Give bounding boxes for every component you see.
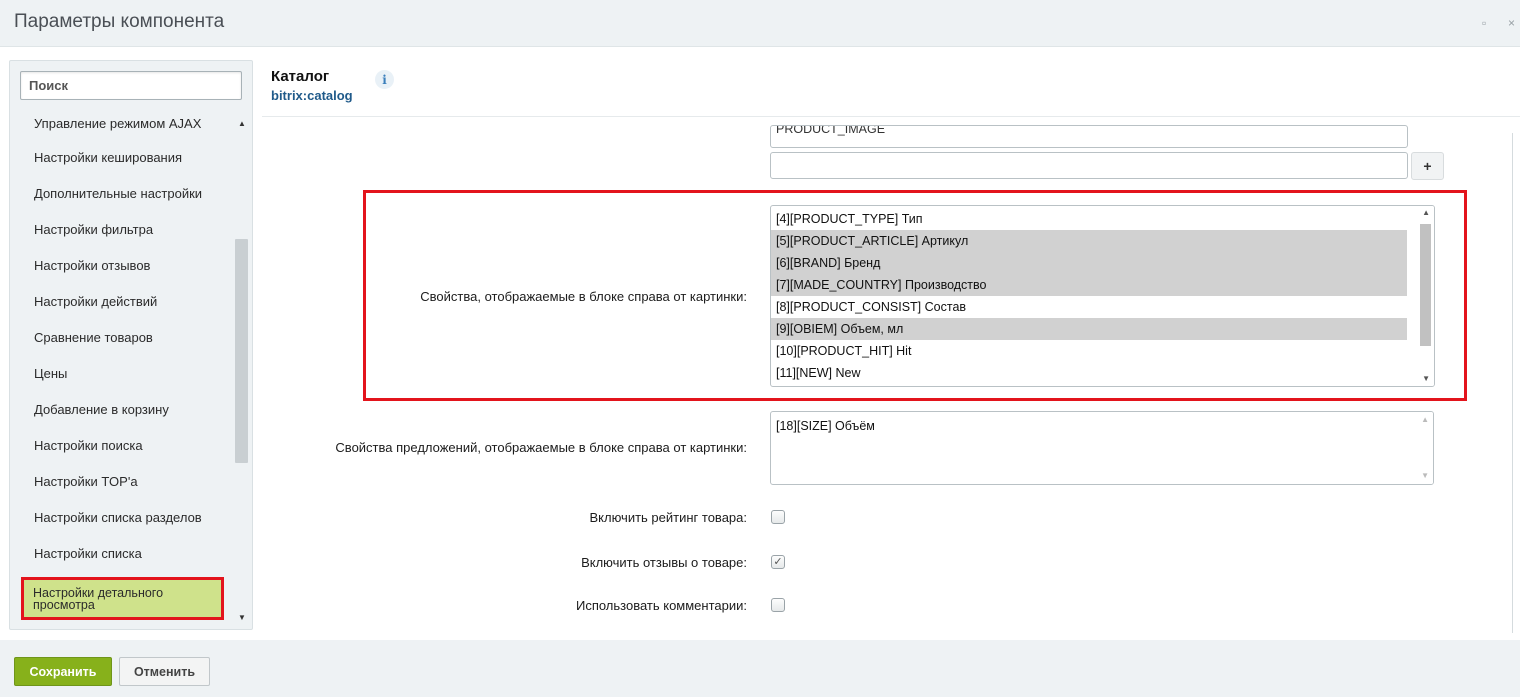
close-icon[interactable]: × [1508, 16, 1515, 30]
reviews-label: Включить отзывы о товаре: [581, 555, 747, 570]
cancel-button[interactable]: Отменить [119, 657, 210, 686]
add-field-button[interactable]: + [1411, 152, 1444, 180]
scroll-up-icon[interactable]: ▲ [1422, 208, 1430, 217]
rating-checkbox[interactable] [771, 510, 785, 524]
comments-checkbox[interactable] [771, 598, 785, 612]
window-titlebar: Параметры компонента ▫ × [0, 0, 1520, 47]
search-input[interactable] [20, 71, 242, 100]
sidebar-item-ajax[interactable]: Управление режимом AJAX [10, 111, 234, 139]
comments-label: Использовать комментарии: [575, 598, 747, 613]
properties-option[interactable]: [10][PRODUCT_HIT] Hit [771, 340, 1407, 362]
sidebar-scrollbar-thumb[interactable] [235, 239, 248, 463]
scroll-up-icon[interactable]: ▲ [238, 119, 246, 128]
sidebar-item-section-list[interactable]: Настройки списка разделов [10, 499, 234, 535]
save-button[interactable]: Сохранить [14, 657, 112, 686]
footer [0, 640, 1520, 697]
maximize-icon[interactable]: ▫ [1482, 16, 1486, 30]
scroll-up-icon[interactable]: ▲ [1421, 415, 1429, 424]
sidebar-item-filter[interactable]: Настройки фильтра [10, 211, 234, 247]
sidebar-nav: Управление режимом AJAX Настройки кеширо… [10, 111, 234, 620]
sidebar-item-top[interactable]: Настройки TOP'а [10, 463, 234, 499]
sidebar: Управление режимом AJAX Настройки кеширо… [9, 60, 253, 630]
sidebar-item-search[interactable]: Настройки поиска [10, 427, 234, 463]
sidebar-item-additional[interactable]: Дополнительные настройки [10, 175, 234, 211]
properties-scrollbar[interactable]: ▲ ▼ [1417, 206, 1434, 386]
properties-option[interactable]: [6][BRAND] Бренд [771, 252, 1407, 274]
scroll-down-icon[interactable]: ▼ [1422, 374, 1430, 383]
content-scroll-edge [1512, 133, 1513, 633]
offers-option[interactable]: [18][SIZE] Объём [771, 415, 1407, 437]
properties-option[interactable]: [4][PRODUCT_TYPE] Тип [771, 208, 1407, 230]
info-icon[interactable]: i [375, 70, 394, 89]
properties-option[interactable]: [5][PRODUCT_ARTICLE] Артикул [771, 230, 1407, 252]
offers-scrollbar[interactable]: ▲ ▼ [1416, 412, 1433, 484]
properties-option[interactable]: [7][MADE_COUNTRY] Производство [771, 274, 1407, 296]
checkmark-icon: ✓ [773, 556, 783, 568]
offers-label: Свойства предложений, отображаемые в бло… [335, 440, 747, 455]
component-title: Каталог [271, 68, 330, 85]
component-code: bitrix:catalog [271, 88, 353, 103]
scroll-down-icon[interactable]: ▼ [1421, 471, 1429, 480]
sidebar-item-reviews[interactable]: Настройки отзывов [10, 247, 234, 283]
rating-label: Включить рейтинг товара: [589, 510, 748, 525]
header-divider [262, 116, 1520, 117]
properties-option[interactable]: [8][PRODUCT_CONSIST] Состав [771, 296, 1407, 318]
image-property-input[interactable]: PRODUCT_IMAGE [770, 125, 1408, 148]
sidebar-item-cache[interactable]: Настройки кеширования [10, 139, 234, 175]
window-title: Параметры компонента [14, 11, 225, 32]
sidebar-item-actions[interactable]: Настройки действий [10, 283, 234, 319]
sidebar-item-prices[interactable]: Цены [10, 355, 234, 391]
properties-multiselect[interactable]: [4][PRODUCT_TYPE] Тип [5][PRODUCT_ARTICL… [770, 205, 1435, 387]
image-property-value: PRODUCT_IMAGE [776, 125, 886, 136]
properties-label: Свойства, отображаемые в блоке справа от… [420, 289, 747, 304]
offers-multiselect[interactable]: [18][SIZE] Объём ▲ ▼ [770, 411, 1434, 485]
scroll-down-icon[interactable]: ▼ [238, 613, 246, 622]
properties-option[interactable]: [9][OBIEM] Объем, мл [771, 318, 1407, 340]
properties-option[interactable]: [11][NEW] New [771, 362, 1407, 384]
sidebar-item-list[interactable]: Настройки списка [10, 535, 234, 571]
reviews-checkbox[interactable]: ✓ [771, 555, 785, 569]
properties-scrollbar-thumb[interactable] [1420, 224, 1431, 346]
sidebar-item-compare[interactable]: Сравнение товаров [10, 319, 234, 355]
sidebar-item-detail[interactable]: Настройки детального просмотра [21, 577, 224, 620]
sidebar-item-basket[interactable]: Добавление в корзину [10, 391, 234, 427]
new-property-input[interactable] [770, 152, 1408, 179]
